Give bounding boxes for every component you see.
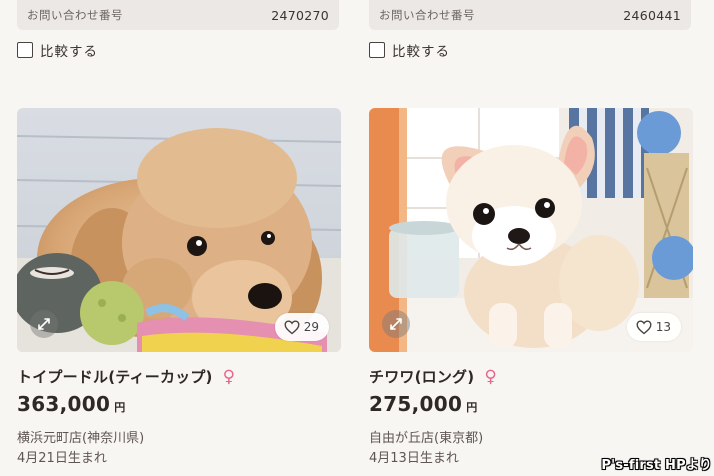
compare-label: 比較する bbox=[40, 44, 98, 60]
inquiry-number-bar: お問い合わせ番号 2460441 bbox=[369, 0, 691, 30]
puppy-card[interactable]: お問い合わせ番号 2470270 比較する 29 トイプードル(ティーカップ) … bbox=[17, 0, 341, 476]
favorite-button[interactable]: 13 bbox=[626, 313, 681, 341]
birth-date: 4月21日生まれ bbox=[17, 451, 107, 466]
breed-name[interactable]: チワワ(ロング) bbox=[369, 366, 474, 387]
puppy-photo[interactable]: 13 bbox=[369, 108, 693, 352]
expand-icon bbox=[38, 318, 50, 330]
currency: 円 bbox=[114, 401, 126, 414]
compare-label: 比較する bbox=[392, 44, 450, 60]
inquiry-number-bar: お問い合わせ番号 2470270 bbox=[17, 0, 339, 30]
breed-row: トイプードル(ティーカップ) ♀ bbox=[17, 366, 235, 387]
compare-checkbox[interactable]: 比較する bbox=[369, 40, 450, 60]
favorite-count: 13 bbox=[655, 320, 671, 334]
shop-location: 横浜元町店(神奈川県) bbox=[17, 431, 145, 446]
price: 363,000 bbox=[17, 392, 111, 416]
inquiry-label: お問い合わせ番号 bbox=[379, 8, 475, 22]
heart-icon bbox=[284, 319, 300, 334]
favorite-button[interactable]: 29 bbox=[274, 313, 329, 341]
checkbox-icon[interactable] bbox=[369, 42, 385, 58]
compare-checkbox[interactable]: 比較する bbox=[17, 40, 98, 60]
source-watermark: P's-first HPより bbox=[601, 458, 712, 473]
birth-date: 4月13日生まれ bbox=[369, 451, 459, 466]
female-icon: ♀ bbox=[484, 366, 497, 387]
heart-icon bbox=[636, 319, 652, 334]
inquiry-label: お問い合わせ番号 bbox=[27, 8, 123, 22]
inquiry-number: 2470270 bbox=[271, 7, 329, 23]
price-row: 363,000 円 bbox=[17, 392, 125, 416]
shop-location: 自由が丘店(東京都) bbox=[369, 431, 484, 446]
breed-row: チワワ(ロング) ♀ bbox=[369, 366, 497, 387]
expand-image-button[interactable] bbox=[382, 310, 410, 338]
female-icon: ♀ bbox=[222, 366, 236, 387]
checkbox-icon[interactable] bbox=[17, 42, 33, 58]
inquiry-number: 2460441 bbox=[623, 7, 681, 23]
currency: 円 bbox=[466, 401, 478, 414]
puppy-photo[interactable]: 29 bbox=[17, 108, 341, 352]
price-row: 275,000 円 bbox=[369, 392, 477, 416]
price: 275,000 bbox=[369, 392, 463, 416]
breed-name[interactable]: トイプードル(ティーカップ) bbox=[17, 366, 213, 387]
favorite-count: 29 bbox=[303, 320, 319, 334]
expand-image-button[interactable] bbox=[30, 310, 58, 338]
puppy-card[interactable]: お問い合わせ番号 2460441 比較する 13 チワワ(ロング) ♀ 275,… bbox=[369, 0, 693, 476]
expand-icon bbox=[390, 318, 402, 330]
